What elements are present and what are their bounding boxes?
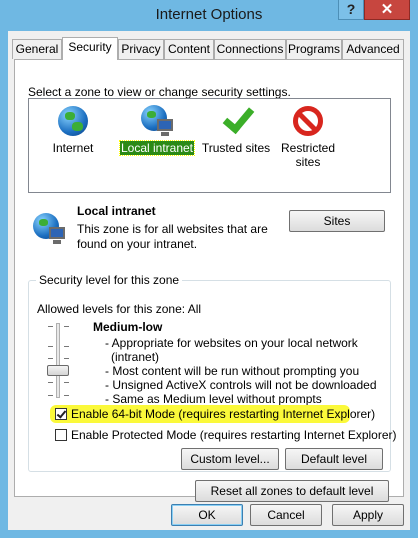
slider-tick — [64, 395, 69, 396]
security-level-name: Medium-low — [93, 320, 163, 334]
slider-tick — [64, 358, 69, 359]
level-description-line: - Appropriate for websites on your local… — [105, 336, 358, 350]
checkbox-label: Enable 64-bit Mode (requires restarting … — [71, 407, 376, 421]
close-button[interactable]: ✕ — [364, 0, 410, 20]
check-icon — [220, 100, 255, 137]
slider-tick — [48, 346, 53, 347]
zone-internet[interactable]: Internet — [38, 105, 108, 155]
globe-icon — [57, 105, 89, 137]
level-description-line: - Unsigned ActiveX controls will not be … — [105, 378, 377, 392]
tab-privacy[interactable]: Privacy — [118, 39, 164, 59]
default-level-button[interactable]: Default level — [285, 448, 383, 470]
tab-security[interactable]: Security — [62, 37, 118, 60]
slider-tick — [48, 382, 53, 383]
internet-options-window: Internet Options ? ✕ General Security Pr… — [0, 0, 418, 538]
level-description-line: - Most content will be run without promp… — [105, 364, 360, 378]
slider-thumb[interactable] — [47, 365, 69, 376]
globe-monitor-icon — [33, 213, 65, 245]
no-entry-icon — [292, 105, 324, 137]
slider-tick — [64, 382, 69, 383]
zone-label: Restricted sites — [280, 141, 336, 169]
slider-tick — [64, 326, 69, 327]
slider-tick — [48, 395, 53, 396]
ok-button[interactable]: OK — [171, 504, 243, 526]
allowed-levels-label: Allowed levels for this zone: All — [37, 302, 202, 316]
tab-connections[interactable]: Connections — [214, 39, 286, 59]
slider-tick — [48, 326, 53, 327]
level-description-line: - Same as Medium level without prompts — [105, 392, 322, 406]
globe-monitor-icon — [141, 105, 173, 137]
security-level-description: - Appropriate for websites on your local… — [105, 336, 377, 406]
level-description-line: (intranet) — [111, 350, 160, 364]
tab-programs[interactable]: Programs — [286, 39, 342, 59]
slider-tick — [64, 346, 69, 347]
help-button[interactable]: ? — [338, 0, 364, 20]
zone-list[interactable]: Internet Local intranet Trusted sites Re… — [28, 98, 391, 193]
tab-strip: General Security Privacy Content Connect… — [8, 37, 410, 60]
dialog-client: General Security Privacy Content Connect… — [8, 31, 410, 530]
apply-button[interactable]: Apply — [332, 504, 404, 526]
selected-zone-description: This zone is for all websites that are f… — [77, 222, 268, 251]
tab-general[interactable]: General — [12, 39, 62, 59]
enable-64bit-mode-checkbox[interactable]: Enable 64-bit Mode (requires restarting … — [55, 407, 375, 421]
tab-advanced[interactable]: Advanced — [342, 39, 404, 59]
checkbox-box[interactable] — [55, 408, 67, 420]
cancel-button[interactable]: Cancel — [250, 504, 322, 526]
security-panel: Select a zone to view or change security… — [14, 59, 404, 502]
selected-zone-title: Local intranet — [77, 204, 156, 218]
security-level-group-title: Security level for this zone — [36, 273, 183, 287]
title-bar[interactable]: Internet Options ? ✕ — [0, 0, 418, 30]
custom-level-button[interactable]: Custom level... — [181, 448, 279, 470]
slider-tick — [48, 358, 53, 359]
sites-button[interactable]: Sites — [289, 210, 385, 232]
zone-prompt: Select a zone to view or change security… — [28, 85, 291, 99]
enable-protected-mode-checkbox[interactable]: Enable Protected Mode (requires restarti… — [55, 428, 397, 442]
zone-label: Trusted sites — [201, 141, 271, 155]
zone-trusted-sites[interactable]: Trusted sites — [197, 100, 275, 155]
zone-restricted-sites[interactable]: Restricted sites — [271, 105, 345, 169]
checkbox-box[interactable] — [55, 429, 67, 441]
reset-all-zones-button[interactable]: Reset all zones to default level — [195, 480, 389, 502]
slider-track[interactable] — [56, 323, 60, 398]
zone-local-intranet[interactable]: Local intranet — [118, 105, 196, 156]
tab-content[interactable]: Content — [164, 39, 214, 59]
checkbox-label: Enable Protected Mode (requires restarti… — [71, 428, 397, 442]
zone-label: Local intranet — [118, 140, 196, 156]
zone-label: Internet — [52, 141, 94, 155]
